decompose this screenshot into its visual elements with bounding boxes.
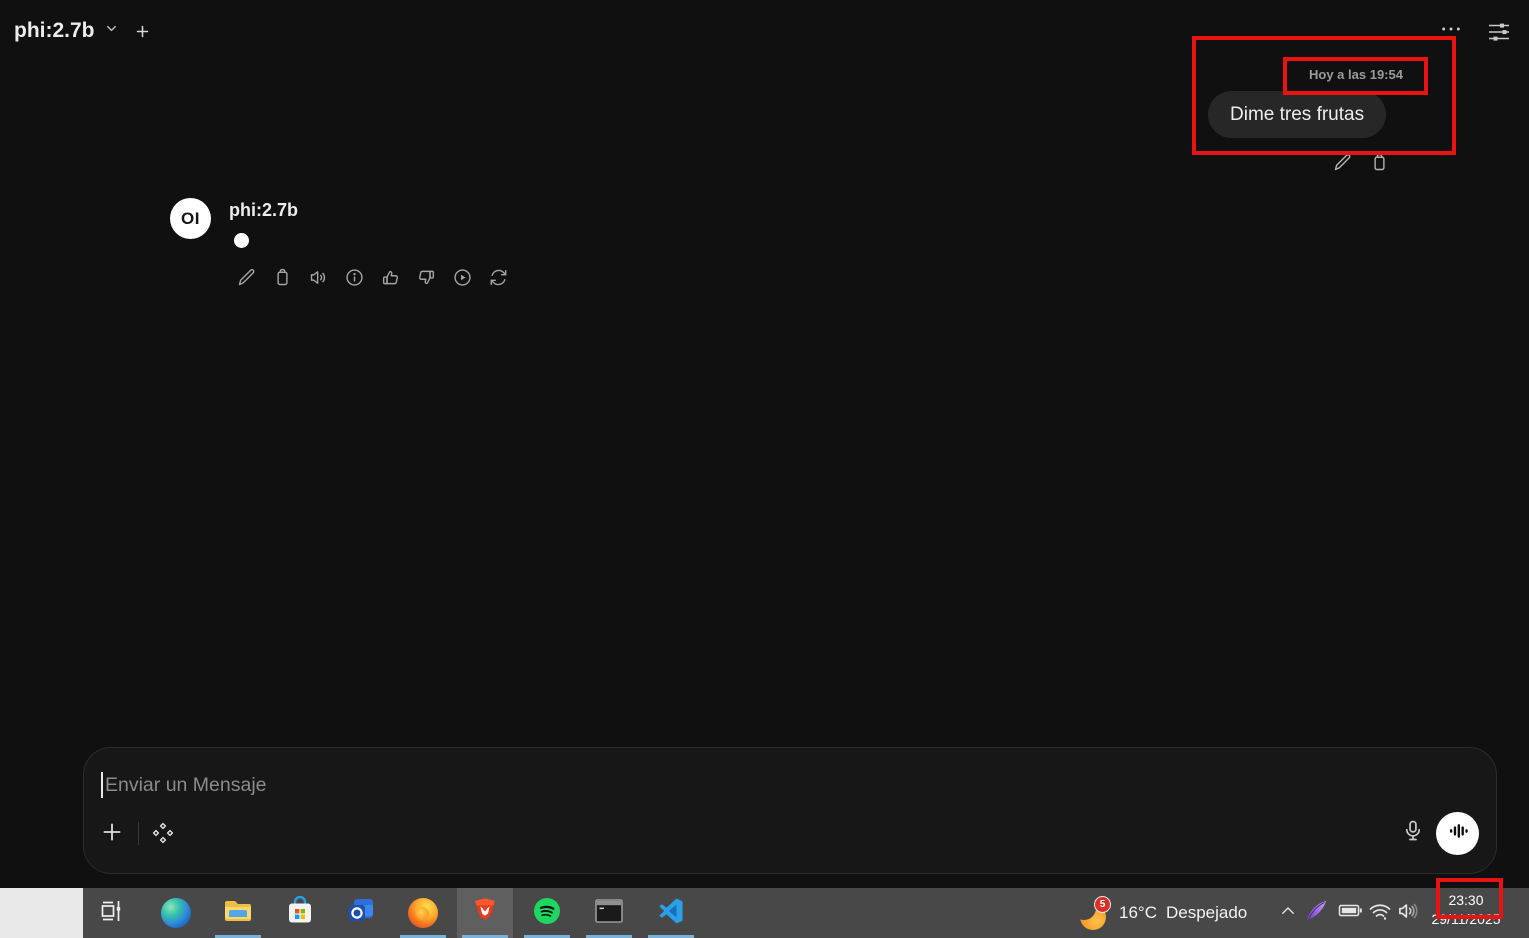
composer: Enviar un Mensaje bbox=[83, 747, 1497, 874]
copy-response-button[interactable] bbox=[272, 267, 293, 288]
read-aloud-icon bbox=[308, 267, 329, 288]
avatar-text: OI bbox=[181, 208, 200, 228]
ellipsis-icon bbox=[1440, 22, 1462, 36]
sliders-icon bbox=[1487, 21, 1511, 43]
taskbar-weather-widget[interactable]: 5 16°C Despejado bbox=[1072, 888, 1248, 938]
file-explorer-icon bbox=[223, 896, 253, 931]
message-input[interactable]: Enviar un Mensaje bbox=[105, 774, 267, 797]
dictate-button[interactable] bbox=[1400, 818, 1426, 844]
regenerate-icon bbox=[488, 267, 509, 288]
tray-overflow-button[interactable] bbox=[1279, 888, 1297, 938]
edit-response-button[interactable] bbox=[236, 267, 257, 288]
tools-button[interactable] bbox=[151, 821, 175, 845]
voice-mode-button[interactable] bbox=[1436, 812, 1479, 855]
show-desktop-area[interactable] bbox=[0, 888, 83, 938]
clock-time: 23:30 bbox=[1448, 892, 1484, 908]
edit-icon bbox=[1332, 152, 1353, 173]
user-message-actions bbox=[1332, 152, 1390, 173]
taskbar-brave-button[interactable] bbox=[470, 898, 500, 928]
tools-icon bbox=[151, 821, 175, 845]
weather-condition: Despejado bbox=[1165, 903, 1248, 922]
outlook-icon bbox=[346, 896, 376, 931]
terminal-icon bbox=[594, 896, 624, 931]
clock-date: 29/11/2025 bbox=[1431, 911, 1501, 927]
loading-dot-icon bbox=[234, 233, 249, 248]
taskbar-edge-button[interactable] bbox=[161, 898, 191, 928]
text-cursor bbox=[101, 772, 103, 798]
edit-icon bbox=[236, 267, 257, 288]
chevron-up-icon bbox=[1279, 902, 1297, 925]
model-name: phi:2.7b bbox=[14, 19, 95, 42]
continue-icon bbox=[452, 267, 473, 288]
plus-icon bbox=[99, 819, 125, 845]
taskbar-microsoft-store-button[interactable] bbox=[285, 895, 315, 931]
model-selector[interactable]: phi:2.7b bbox=[14, 19, 119, 43]
tray-wifi-button[interactable] bbox=[1368, 888, 1392, 938]
taskbar-outlook-button[interactable] bbox=[346, 898, 376, 928]
voice-mode-icon bbox=[1447, 820, 1469, 847]
thumbs-down-icon bbox=[416, 267, 437, 288]
taskbar-task-view-button[interactable] bbox=[96, 898, 126, 928]
user-message-bubble: Dime tres frutas bbox=[1208, 91, 1387, 138]
chevron-down-icon bbox=[104, 21, 119, 41]
assistant-model-name: phi:2.7b bbox=[229, 200, 299, 220]
volume-icon bbox=[1395, 898, 1421, 929]
pen-icon bbox=[1303, 897, 1330, 929]
plus-icon bbox=[134, 23, 151, 40]
taskbar-spotify-button[interactable] bbox=[532, 896, 562, 931]
thumbs-up-icon bbox=[380, 267, 401, 288]
assistant-avatar: OI bbox=[170, 198, 211, 239]
info-button[interactable] bbox=[344, 267, 365, 288]
firefox-icon bbox=[408, 898, 438, 928]
microsoft-store-icon bbox=[285, 895, 315, 931]
taskbar-clock[interactable]: 23:30 29/11/2025 bbox=[1420, 888, 1512, 938]
weather-moon-icon: 5 bbox=[1072, 896, 1111, 930]
attach-button[interactable] bbox=[99, 819, 125, 845]
screen: phi:2.7b Hoy a las 19:54 Dime tres fruta… bbox=[0, 0, 1529, 938]
notification-badge: 5 bbox=[1094, 896, 1111, 913]
tray-pen-button[interactable] bbox=[1303, 888, 1330, 938]
battery-icon bbox=[1337, 897, 1364, 929]
continue-response-button[interactable] bbox=[452, 267, 473, 288]
brave-icon bbox=[470, 896, 500, 931]
read-aloud-button[interactable] bbox=[308, 267, 329, 288]
taskbar-terminal-button[interactable] bbox=[594, 898, 624, 928]
regenerate-button[interactable] bbox=[488, 267, 509, 288]
chat-controls-button[interactable] bbox=[1487, 21, 1511, 43]
copy-icon bbox=[272, 267, 293, 288]
tray-volume-button[interactable] bbox=[1395, 888, 1421, 938]
more-options-button[interactable] bbox=[1440, 22, 1462, 36]
thumbs-down-button[interactable] bbox=[416, 267, 437, 288]
edit-message-button[interactable] bbox=[1332, 152, 1353, 173]
task-view-icon bbox=[96, 896, 126, 931]
weather-temperature: 16°C bbox=[1119, 903, 1157, 922]
taskbar-file-explorer-button[interactable] bbox=[223, 898, 253, 928]
tray-battery-button[interactable] bbox=[1337, 888, 1364, 938]
vscode-icon bbox=[656, 896, 686, 931]
assistant-message-actions bbox=[236, 267, 509, 288]
taskbar-vscode-button[interactable] bbox=[656, 898, 686, 928]
taskbar: 5 16°C Despejado 23:30 29/11/2025 bbox=[0, 888, 1529, 938]
new-chat-button[interactable] bbox=[134, 23, 151, 40]
copy-icon bbox=[1369, 152, 1390, 173]
thumbs-up-button[interactable] bbox=[380, 267, 401, 288]
edge-icon bbox=[161, 898, 191, 928]
microphone-icon bbox=[1400, 818, 1426, 844]
info-icon bbox=[344, 267, 365, 288]
divider bbox=[138, 822, 139, 845]
wifi-icon bbox=[1368, 899, 1392, 928]
spotify-icon bbox=[532, 896, 562, 931]
user-message-timestamp: Hoy a las 19:54 bbox=[1309, 67, 1403, 82]
copy-message-button[interactable] bbox=[1369, 152, 1390, 173]
user-message-text: Dime tres frutas bbox=[1230, 103, 1365, 125]
taskbar-firefox-button[interactable] bbox=[408, 898, 438, 928]
